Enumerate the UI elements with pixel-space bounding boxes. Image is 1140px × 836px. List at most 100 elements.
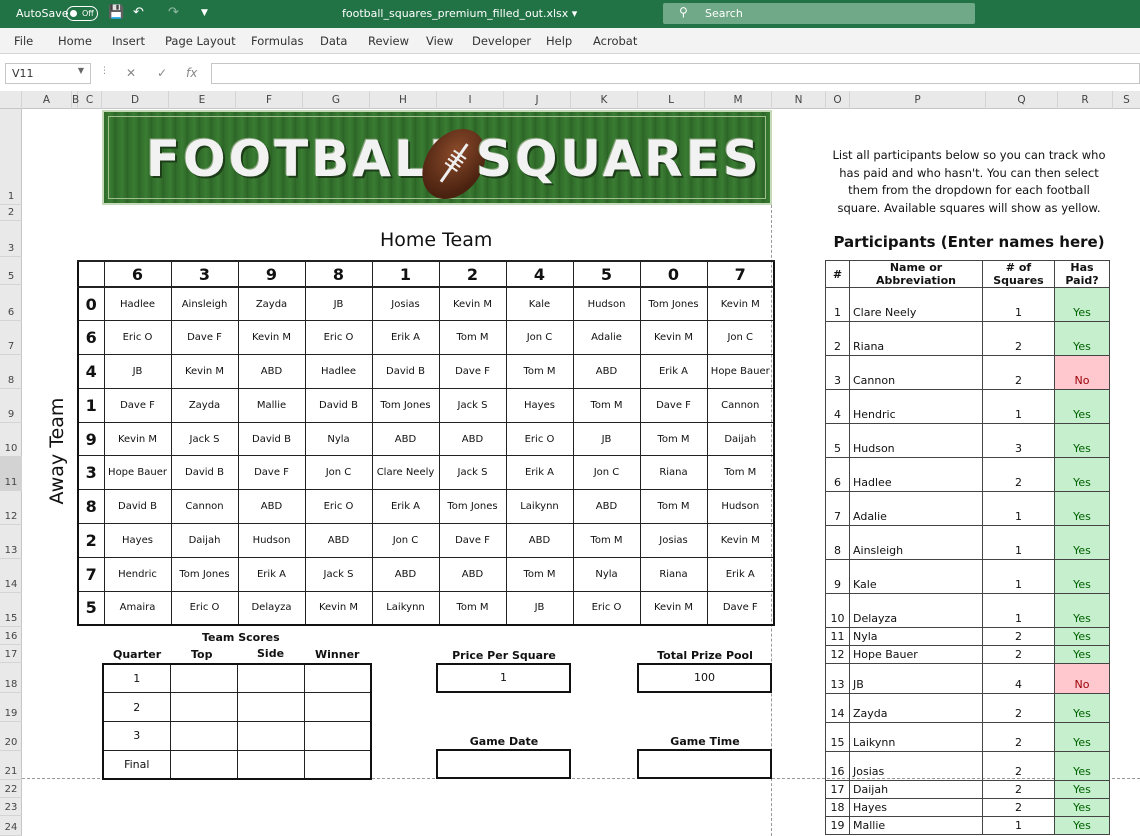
square-cell[interactable]: Clare Neely <box>371 455 440 491</box>
square-cell[interactable]: Dave F <box>103 387 172 423</box>
square-cell[interactable]: ABD <box>438 556 507 592</box>
corner-cell[interactable] <box>77 260 105 288</box>
row-header[interactable]: 15 <box>0 593 22 627</box>
home-number[interactable]: 8 <box>304 260 373 288</box>
square-cell[interactable]: Daijah <box>170 523 239 558</box>
square-cell[interactable]: Riana <box>639 556 708 592</box>
participant-paid[interactable]: Yes <box>1054 593 1110 628</box>
square-cell[interactable]: ABD <box>304 523 373 558</box>
square-cell[interactable]: Eric O <box>170 590 239 626</box>
insert-function-icon[interactable]: fx <box>186 66 197 80</box>
column-header[interactable]: O <box>826 91 850 109</box>
square-cell[interactable]: Hadlee <box>304 354 373 389</box>
home-number[interactable]: 5 <box>572 260 641 288</box>
square-cell[interactable]: Jon C <box>505 320 574 356</box>
row-header[interactable]: 16 <box>0 627 22 645</box>
name-box[interactable]: V11 ▼ <box>5 63 91 84</box>
column-header[interactable]: D <box>102 91 169 109</box>
home-number[interactable]: 4 <box>505 260 574 288</box>
square-cell[interactable]: Laikynn <box>371 590 440 626</box>
square-cell[interactable]: Jack S <box>304 556 373 592</box>
enter-icon[interactable]: ✓ <box>157 66 167 80</box>
square-cell[interactable]: Kevin M <box>706 286 775 322</box>
square-cell[interactable]: Jon C <box>572 455 641 491</box>
away-number[interactable]: 3 <box>77 455 105 491</box>
square-cell[interactable]: Zayda <box>170 387 239 423</box>
participant-name[interactable]: Mallie <box>849 816 983 835</box>
square-cell[interactable]: Dave F <box>438 354 507 389</box>
undo-icon[interactable]: ↶ <box>133 5 144 20</box>
participant-name[interactable]: Zayda <box>849 693 983 723</box>
redo-icon[interactable]: ↷ <box>168 5 179 20</box>
participant-name[interactable]: JB <box>849 663 983 694</box>
row-header[interactable]: 5 <box>0 257 22 285</box>
side-score-cell[interactable] <box>236 749 305 780</box>
away-number[interactable]: 0 <box>77 286 105 322</box>
square-cell[interactable]: Kevin M <box>170 354 239 389</box>
square-cell[interactable]: Kevin M <box>237 320 306 356</box>
tab-acrobat[interactable]: Acrobat <box>593 34 637 48</box>
customize-toolbar-icon[interactable]: ▼ <box>201 8 208 18</box>
row-header[interactable]: 23 <box>0 798 22 816</box>
home-number[interactable]: 9 <box>237 260 306 288</box>
home-number[interactable]: 6 <box>103 260 172 288</box>
participant-paid[interactable]: Yes <box>1054 722 1110 752</box>
square-cell[interactable]: Erik A <box>706 556 775 592</box>
row-header[interactable]: 1 <box>0 109 22 205</box>
square-cell[interactable]: Tom M <box>572 523 641 558</box>
square-cell[interactable]: Riana <box>639 455 708 491</box>
row-header[interactable]: 13 <box>0 525 22 559</box>
row-header[interactable]: 14 <box>0 559 22 593</box>
square-cell[interactable]: ABD <box>237 489 306 525</box>
tab-page-layout[interactable]: Page Layout <box>165 34 236 48</box>
winner-cell[interactable] <box>303 692 372 723</box>
square-cell[interactable]: Tom M <box>639 489 708 525</box>
row-header[interactable]: 18 <box>0 663 22 693</box>
square-cell[interactable]: Eric O <box>304 489 373 525</box>
participant-name[interactable]: Josias <box>849 751 983 781</box>
square-cell[interactable]: Daijah <box>706 421 775 457</box>
square-cell[interactable]: Hudson <box>237 523 306 558</box>
column-header[interactable]: R <box>1058 91 1113 109</box>
column-header[interactable]: P <box>850 91 986 109</box>
participant-name[interactable]: Daijah <box>849 780 983 799</box>
square-cell[interactable]: ABD <box>371 421 440 457</box>
square-cell[interactable]: Kevin M <box>706 523 775 558</box>
square-cell[interactable]: Tom M <box>706 455 775 491</box>
tab-home[interactable]: Home <box>58 34 92 48</box>
home-number[interactable]: 7 <box>706 260 775 288</box>
column-header[interactable]: Q <box>986 91 1058 109</box>
square-cell[interactable]: Laikynn <box>505 489 574 525</box>
side-score-cell[interactable] <box>236 721 305 751</box>
square-cell[interactable]: Erik A <box>639 354 708 389</box>
participant-paid[interactable]: Yes <box>1054 389 1110 424</box>
row-header[interactable]: 24 <box>0 816 22 836</box>
top-score-cell[interactable] <box>169 692 238 723</box>
side-score-cell[interactable] <box>236 663 305 694</box>
square-cell[interactable]: Kale <box>505 286 574 322</box>
participant-paid[interactable]: Yes <box>1054 780 1110 799</box>
square-cell[interactable]: David B <box>170 455 239 491</box>
square-cell[interactable]: David B <box>103 489 172 525</box>
square-cell[interactable]: Dave F <box>438 523 507 558</box>
top-score-cell[interactable] <box>169 721 238 751</box>
square-cell[interactable]: Tom Jones <box>639 286 708 322</box>
square-cell[interactable]: Eric O <box>505 421 574 457</box>
file-name[interactable]: football_squares_premium_filled_out.xlsx… <box>342 7 577 20</box>
participant-paid[interactable]: Yes <box>1054 627 1110 646</box>
row-header[interactable]: 2 <box>0 205 22 221</box>
column-header[interactable]: L <box>638 91 705 109</box>
square-cell[interactable]: Nyla <box>304 421 373 457</box>
square-cell[interactable]: ABD <box>438 421 507 457</box>
square-cell[interactable]: Eric O <box>304 320 373 356</box>
away-number[interactable]: 4 <box>77 354 105 389</box>
square-cell[interactable]: ABD <box>371 556 440 592</box>
square-cell[interactable]: Hope Bauer <box>103 455 172 491</box>
square-cell[interactable]: David B <box>371 354 440 389</box>
participant-name[interactable]: Hendric <box>849 389 983 424</box>
participant-paid[interactable]: Yes <box>1054 645 1110 664</box>
participant-paid[interactable]: No <box>1054 663 1110 694</box>
square-cell[interactable]: Tom M <box>438 590 507 626</box>
column-header[interactable]: M <box>705 91 772 109</box>
square-cell[interactable]: Hope Bauer <box>706 354 775 389</box>
